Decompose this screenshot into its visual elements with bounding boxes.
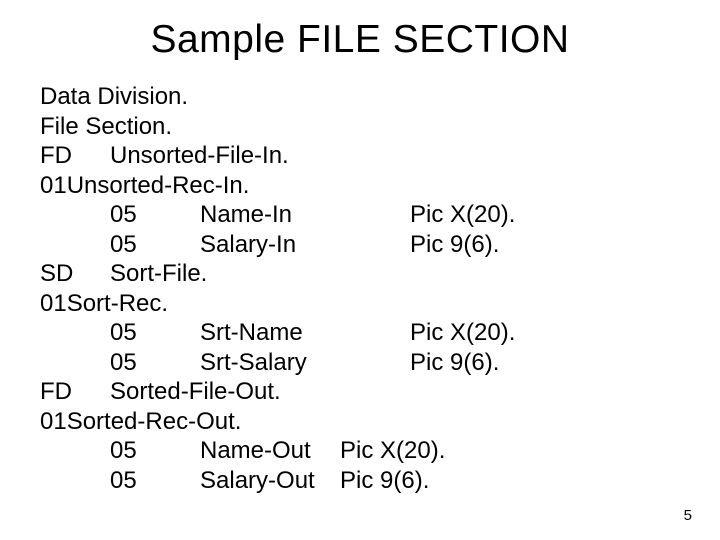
code-line: 01Unsorted-Rec-In. (40, 171, 249, 201)
code-line: File Section. (40, 112, 172, 142)
slide-title: Sample FILE SECTION (0, 18, 720, 62)
slide: Sample FILE SECTION Data Division.File S… (0, 0, 720, 540)
code-line: Data Division. (40, 82, 188, 112)
code-line: 01Sorted-Rec-Out. (40, 407, 241, 437)
code-line: 01Sort-Rec. (40, 289, 168, 319)
page-number: 5 (684, 507, 692, 524)
code-block: Data Division.File Section.FDUnsorted-Fi… (40, 82, 680, 495)
